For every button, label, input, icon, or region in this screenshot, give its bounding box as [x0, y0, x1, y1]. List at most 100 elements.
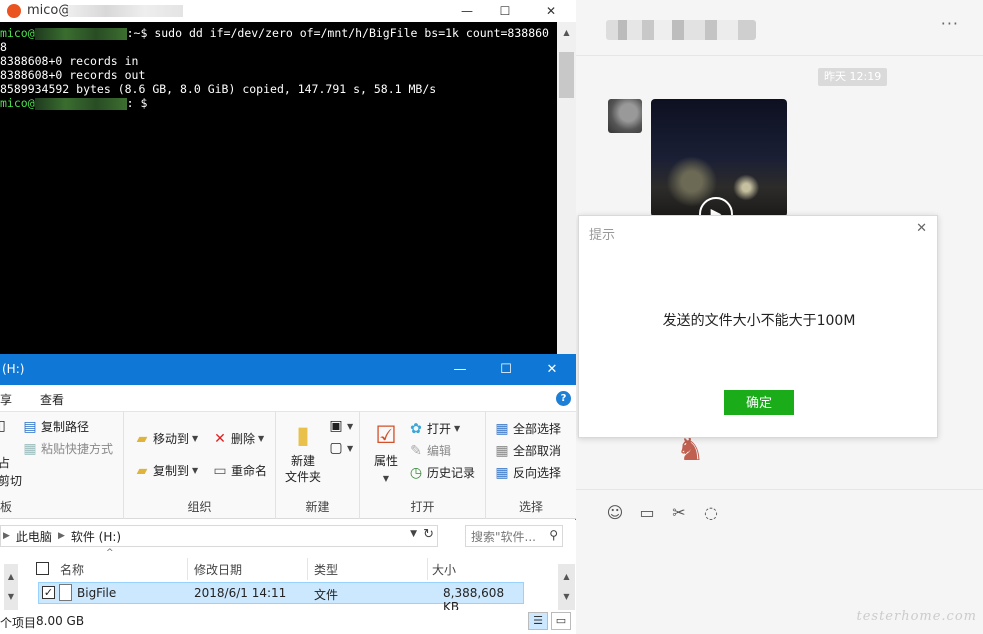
terminal-output[interactable]: mico@:~$ sudo dd if=/dev/zero of=/mnt/h/…: [0, 26, 557, 354]
column-modified[interactable]: 修改日期: [194, 561, 242, 577]
thumbnail-view-icon[interactable]: ▭: [551, 612, 571, 630]
scroll-up-icon[interactable]: ▲: [4, 572, 18, 581]
copy-to-label: 复制到: [153, 464, 190, 478]
search-input[interactable]: 搜索"软件... ⚲: [465, 525, 563, 547]
history-button[interactable]: ◷ 历史记录: [408, 464, 475, 481]
open-button[interactable]: ✿ 打开 ▼: [408, 420, 460, 437]
properties-button[interactable]: ☑ 属性 ▼: [366, 420, 406, 487]
select-all-checkbox[interactable]: [36, 562, 49, 575]
terminal-scrollbar[interactable]: ▲: [557, 22, 576, 354]
move-to-button[interactable]: ▰ 移动到 ▼: [134, 430, 199, 447]
copy-to-button[interactable]: ▰ 复制到 ▼: [134, 462, 199, 479]
chat-header: ···: [576, 0, 983, 56]
table-row[interactable]: ✓ BigFile 2018/6/1 14:11 文件 8,388,608 KB: [38, 582, 524, 614]
explorer-window: (H:) — ☐ ✕ 享 查看 ? ▯ 占 剪切 ▤ 复制路径 ▦ 粘贴快捷方式…: [0, 354, 576, 634]
folder-icon[interactable]: ▭: [636, 502, 658, 524]
paste-button[interactable]: 占: [0, 454, 10, 471]
alert-dialog: 提示 ✕ 发送的文件大小不能大于100M 确定: [578, 215, 938, 438]
right-scrollbar[interactable]: ▲ ▼: [558, 564, 575, 612]
message-timestamp: 昨天 12:19: [818, 68, 888, 86]
file-modified: 2018/6/1 14:11: [194, 586, 287, 600]
delete-button[interactable]: ✕ 删除 ▼: [212, 430, 264, 447]
chevron-down-icon[interactable]: ▼: [410, 529, 417, 539]
minimize-icon[interactable]: —: [450, 0, 484, 22]
rename-button[interactable]: ▭ 重命名: [212, 462, 267, 479]
chat-toolbar: ☺ ▭ ✂ ◌: [604, 502, 722, 524]
video-message[interactable]: ▶: [651, 99, 787, 217]
paste-shortcut-label: 粘贴快捷方式: [41, 442, 114, 456]
terminal-title: mico@: [27, 3, 72, 18]
explorer-titlebar: (H:) — ☐ ✕: [0, 354, 576, 385]
column-divider[interactable]: [427, 558, 428, 580]
close-icon[interactable]: ✕: [529, 354, 575, 385]
row-checkbox[interactable]: ✓: [42, 586, 55, 599]
prompt-tail: :~$: [126, 26, 148, 40]
edit-button[interactable]: ✎ 编辑: [408, 442, 451, 459]
select-none-label: 全部取消: [513, 444, 562, 458]
copy-path-button[interactable]: ▤ 复制路径: [22, 418, 89, 435]
select-none-button[interactable]: ▦ 全部取消: [494, 442, 561, 459]
copy-path-label: 复制路径: [41, 420, 90, 434]
chevron-right-icon: ▶: [57, 531, 65, 541]
copy-to-icon: ▰: [136, 462, 148, 479]
column-divider[interactable]: [187, 558, 188, 580]
scroll-up-icon[interactable]: ▲: [557, 28, 576, 37]
select-all-label: 全部选择: [513, 422, 562, 436]
help-icon[interactable]: ?: [556, 391, 571, 406]
scroll-down-icon[interactable]: ▼: [558, 592, 575, 601]
column-size[interactable]: 大小: [432, 561, 456, 577]
paste-shortcut-icon: ▦: [23, 440, 37, 457]
breadcrumb-this-pc[interactable]: 此电脑: [16, 528, 52, 545]
address-input[interactable]: ▶ 此电脑 ▶ 软件 (H:) ▼ ↻: [0, 525, 438, 547]
more-icon[interactable]: ···: [941, 14, 959, 33]
avatar[interactable]: [608, 99, 642, 133]
details-view-icon[interactable]: ☰: [528, 612, 548, 630]
status-size: 8.00 GB: [36, 614, 85, 628]
sort-up-icon: ^: [106, 548, 114, 558]
invert-selection-button[interactable]: ▦ 反向选择: [494, 464, 561, 481]
column-name[interactable]: 名称: [60, 561, 84, 577]
group-select: ▦ 全部选择 ▦ 全部取消 ▦ 反向选择 选择: [486, 412, 576, 519]
terminal-titlebar: mico@ — ☐ ✕: [0, 0, 576, 22]
breadcrumb-drive[interactable]: 软件 (H:): [71, 528, 121, 545]
cut-button[interactable]: 剪切: [0, 472, 22, 489]
easy-access-icon[interactable]: ▢ ▼: [328, 440, 353, 456]
emoji-icon[interactable]: ☺: [604, 502, 626, 524]
tab-view[interactable]: 查看: [40, 391, 64, 408]
paste-shortcut-button[interactable]: ▦ 粘贴快捷方式: [22, 440, 113, 457]
scroll-up-icon[interactable]: ▲: [558, 572, 575, 581]
maximize-icon[interactable]: ☐: [483, 354, 529, 385]
tab-share[interactable]: 享: [0, 391, 12, 408]
new-folder-label-1: 新建: [290, 454, 315, 468]
play-icon[interactable]: ▶: [699, 197, 733, 217]
paste-icon[interactable]: ▯: [0, 418, 6, 434]
group-new: ▮ 新建 文件夹 ▣ ▼ ▢ ▼ 新建: [276, 412, 360, 519]
status-item-count: 个项目: [0, 616, 37, 630]
select-all-button[interactable]: ▦ 全部选择: [494, 420, 561, 437]
new-folder-button[interactable]: ▮ 新建 文件夹: [280, 420, 326, 485]
explorer-title: (H:): [2, 362, 25, 376]
file-type: 文件: [314, 588, 339, 602]
scroll-down-icon[interactable]: ▼: [4, 592, 18, 601]
minimize-icon[interactable]: —: [437, 354, 483, 385]
scissors-icon[interactable]: ✂: [668, 502, 690, 524]
column-headers: 名称 修改日期 类型 大小: [20, 558, 526, 580]
column-divider[interactable]: [307, 558, 308, 580]
edit-icon: ✎: [410, 442, 422, 459]
ok-button[interactable]: 确定: [724, 390, 794, 415]
history-label: 历史记录: [427, 466, 476, 480]
scroll-thumb[interactable]: [559, 52, 574, 98]
rename-label: 重命名: [231, 464, 268, 478]
file-icon: [59, 584, 72, 601]
close-icon[interactable]: ✕: [916, 221, 927, 236]
maximize-icon[interactable]: ☐: [488, 0, 522, 22]
column-type[interactable]: 类型: [314, 561, 338, 577]
close-icon[interactable]: ✕: [534, 0, 568, 22]
new-item-icon[interactable]: ▣ ▼: [328, 418, 353, 434]
left-scrollbar[interactable]: ▲ ▼: [4, 564, 18, 612]
chevron-down-icon: ▼: [192, 466, 199, 475]
refresh-icon[interactable]: ↻: [423, 527, 434, 542]
chat-bubble-icon[interactable]: ◌: [700, 502, 722, 524]
copy-path-icon: ▤: [23, 418, 37, 435]
command-line: sudo dd if=/dev/zero of=/mnt/h/BigFile b…: [147, 26, 549, 40]
